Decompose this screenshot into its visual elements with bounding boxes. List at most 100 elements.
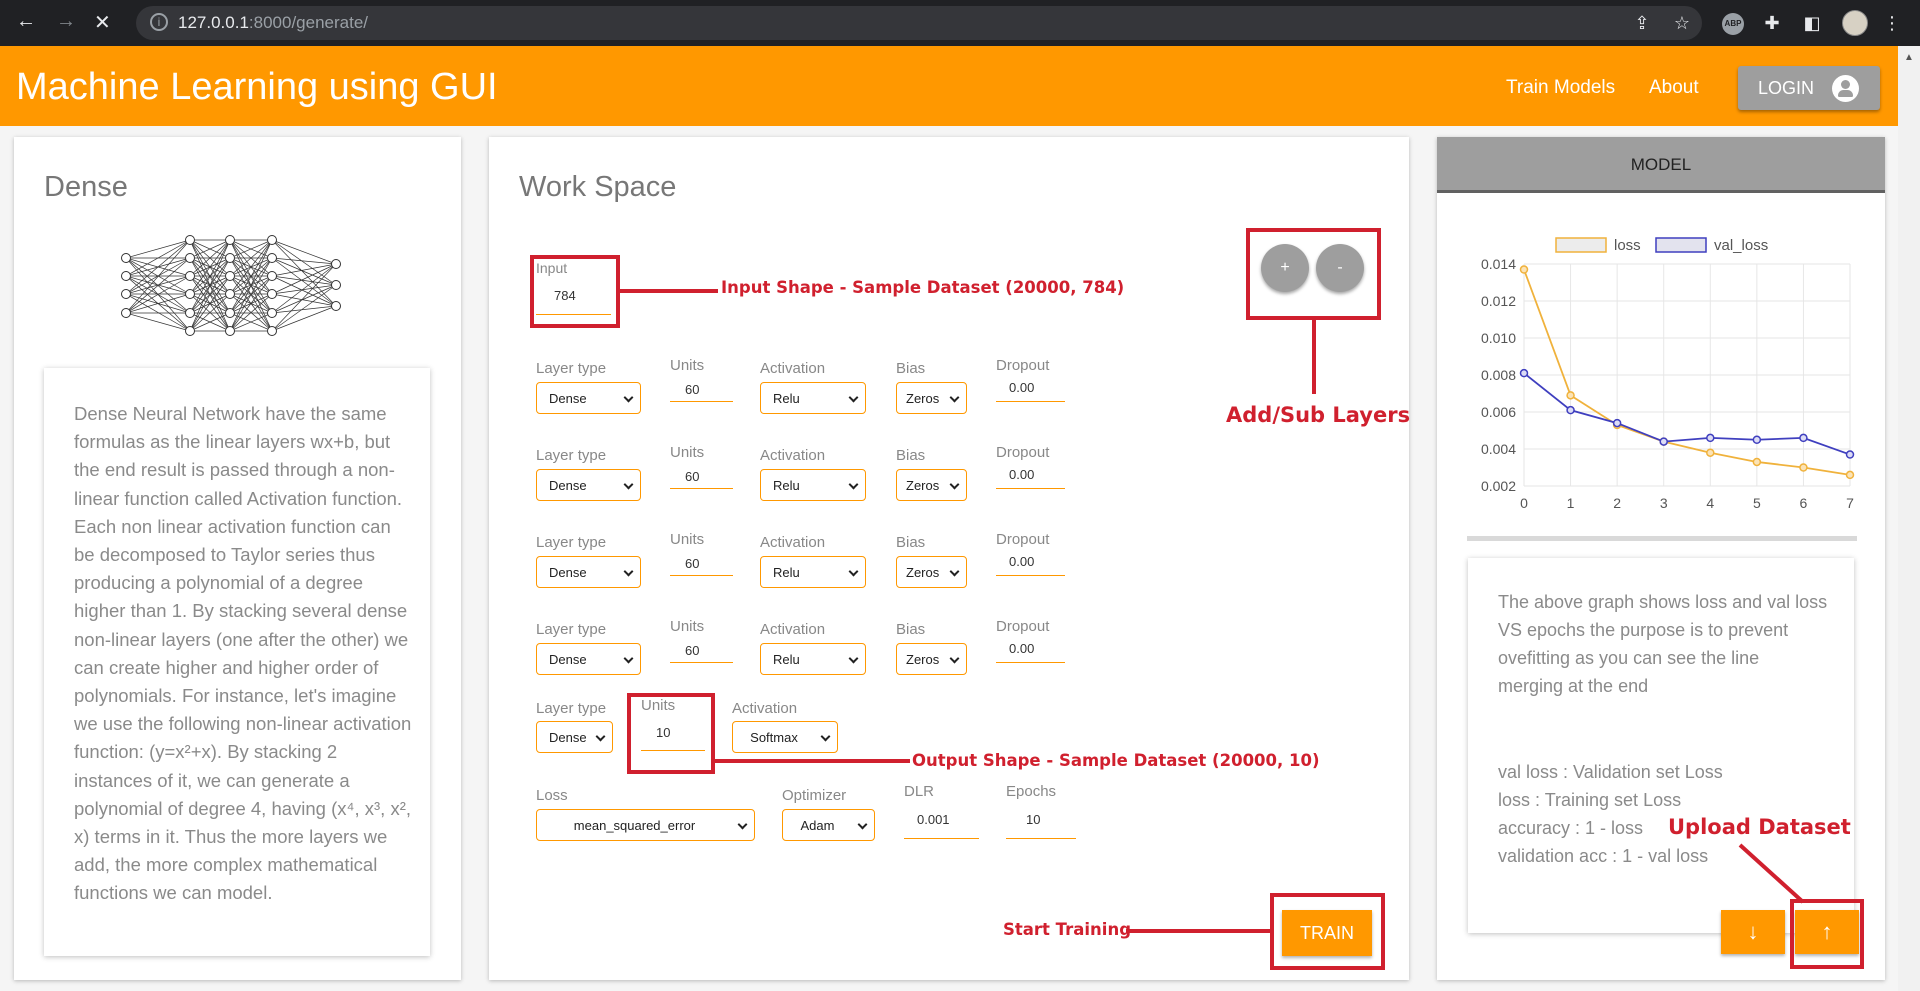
- nav-about[interactable]: About: [1649, 77, 1699, 99]
- layer-type-select[interactable]: Dense: [536, 643, 641, 675]
- data-point-val_loss: [1799, 433, 1808, 443]
- units-field[interactable]: 60: [685, 469, 699, 484]
- dropout-label: Dropout: [996, 357, 1050, 374]
- units-field[interactable]: 60: [685, 643, 699, 658]
- units-field[interactable]: 60: [685, 382, 699, 397]
- output-activation-select[interactable]: Softmax: [732, 721, 838, 753]
- epochs-underline: [1006, 838, 1076, 839]
- y-tick-label: 0.006: [1481, 404, 1516, 420]
- network-node: [225, 289, 235, 299]
- profile-avatar[interactable]: [1842, 10, 1868, 36]
- network-node: [267, 326, 277, 336]
- units-label: Units: [670, 444, 705, 461]
- dropout-label: Dropout: [996, 618, 1050, 635]
- dropout-underline: [996, 575, 1065, 576]
- network-node: [185, 308, 195, 318]
- network-node: [225, 271, 235, 281]
- site-info-icon[interactable]: i: [150, 13, 168, 31]
- units-field[interactable]: 60: [685, 556, 699, 571]
- network-node: [331, 301, 341, 311]
- y-tick-label: 0.008: [1481, 367, 1516, 383]
- optimizer-select[interactable]: Adam: [782, 809, 875, 841]
- output-shape-annotation: Output Shape - Sample Dataset (20000, 10…: [912, 751, 1320, 770]
- bias-select[interactable]: Zeros: [896, 643, 967, 675]
- dropout-field[interactable]: 0.00: [1009, 641, 1034, 656]
- data-point-val_loss: [1519, 368, 1529, 378]
- layer-type-select[interactable]: Dense: [536, 469, 641, 501]
- loss-chart: 0.014 0.012 0.010 0.008 0.006 0.004 0.0020 1 2 3 4…: [1481, 237, 1855, 511]
- activation-select[interactable]: Relu: [760, 469, 866, 501]
- browser-toolbar: ← → ✕ i 127.0.0.1:8000/generate/ ⇪ ☆ ABP…: [0, 0, 1920, 46]
- x-tick-label: 2: [1613, 495, 1621, 511]
- x-tick-label: 1: [1567, 495, 1575, 511]
- stop-loading-icon[interactable]: ✕: [94, 10, 111, 35]
- bias-select[interactable]: Zeros: [896, 469, 967, 501]
- loss-label: Loss: [536, 787, 568, 804]
- layer-type-select[interactable]: Dense: [536, 382, 641, 414]
- series-line-val_loss: [1523, 372, 1851, 456]
- activation-select[interactable]: Relu: [760, 643, 866, 675]
- activation-select[interactable]: Relu: [760, 556, 866, 588]
- legend-label: loss: [1614, 237, 1641, 254]
- url-text[interactable]: 127.0.0.1:8000/generate/: [178, 13, 368, 33]
- dropout-underline: [996, 401, 1065, 402]
- nav-train-models[interactable]: Train Models: [1506, 77, 1615, 99]
- dropout-field[interactable]: 0.00: [1009, 554, 1034, 569]
- activation-label: Activation: [760, 447, 826, 464]
- dropout-underline: [996, 488, 1065, 489]
- output-layer-type-select[interactable]: Dense: [536, 721, 613, 753]
- back-icon[interactable]: ←: [16, 10, 36, 33]
- login-button[interactable]: LOGIN: [1738, 66, 1880, 110]
- network-node: [225, 235, 235, 245]
- scroll-up-icon[interactable]: ▲: [1904, 52, 1914, 63]
- input-annotation-line: [620, 289, 718, 293]
- y-tick-label: 0.002: [1481, 478, 1516, 494]
- share-icon[interactable]: ⇪: [1630, 11, 1654, 35]
- address-bar[interactable]: [136, 6, 1702, 40]
- download-button[interactable]: ↓: [1721, 910, 1785, 954]
- layer-type-select[interactable]: Dense: [536, 556, 641, 588]
- activation-label: Activation: [760, 621, 826, 638]
- network-node: [267, 289, 277, 299]
- series-line-loss: [1523, 269, 1851, 476]
- layer-type-label: Layer type: [536, 447, 607, 464]
- loss-select[interactable]: mean_squared_error: [536, 809, 755, 841]
- data-point-loss: [1799, 463, 1808, 472]
- data-point-val_loss: [1845, 450, 1855, 459]
- data-point-val_loss: [1752, 435, 1762, 444]
- network-node: [331, 280, 341, 290]
- optimizer-label: Optimizer: [782, 787, 847, 804]
- page-scrollbar[interactable]: ▲: [1898, 46, 1920, 991]
- train-annotation-line: [1126, 929, 1270, 933]
- adblock-extension-icon[interactable]: ABP: [1722, 13, 1744, 35]
- model-tab[interactable]: MODEL: [1437, 137, 1885, 193]
- network-node: [225, 253, 235, 263]
- forward-icon[interactable]: →: [56, 10, 76, 33]
- epochs-field[interactable]: 10: [1026, 812, 1040, 827]
- epochs-label: Epochs: [1006, 783, 1057, 800]
- extensions-puzzle-icon[interactable]: ✚: [1760, 11, 1784, 35]
- learning-rate-underline: [904, 838, 979, 839]
- browser-menu-icon[interactable]: ⋮: [1880, 11, 1904, 35]
- info-loss: loss : Training set Loss: [1498, 790, 1682, 810]
- network-node: [185, 235, 195, 245]
- bias-select[interactable]: Zeros: [896, 556, 967, 588]
- bias-select[interactable]: Zeros: [896, 382, 967, 414]
- dropout-field[interactable]: 0.00: [1009, 380, 1034, 395]
- bookmark-star-icon[interactable]: ☆: [1670, 11, 1694, 35]
- side-panel-icon[interactable]: ◧: [1800, 11, 1824, 35]
- input-shape-annotation: Input Shape - Sample Dataset (20000, 784…: [721, 278, 1125, 297]
- output-layer-type-label: Layer type: [536, 700, 607, 717]
- learning-rate-field[interactable]: 0.001: [917, 812, 950, 827]
- data-point-val_loss: [1566, 405, 1575, 415]
- network-node: [225, 308, 235, 318]
- arrow-down-icon: ↓: [1747, 919, 1759, 944]
- dropout-label: Dropout: [996, 444, 1050, 461]
- activation-select[interactable]: Relu: [760, 382, 866, 414]
- data-point-val_loss: [1659, 437, 1668, 446]
- network-node: [225, 326, 235, 336]
- dropout-field[interactable]: 0.00: [1009, 467, 1034, 482]
- bias-label: Bias: [896, 360, 926, 377]
- chart-scrollbar[interactable]: [1467, 536, 1857, 541]
- network-node: [185, 326, 195, 336]
